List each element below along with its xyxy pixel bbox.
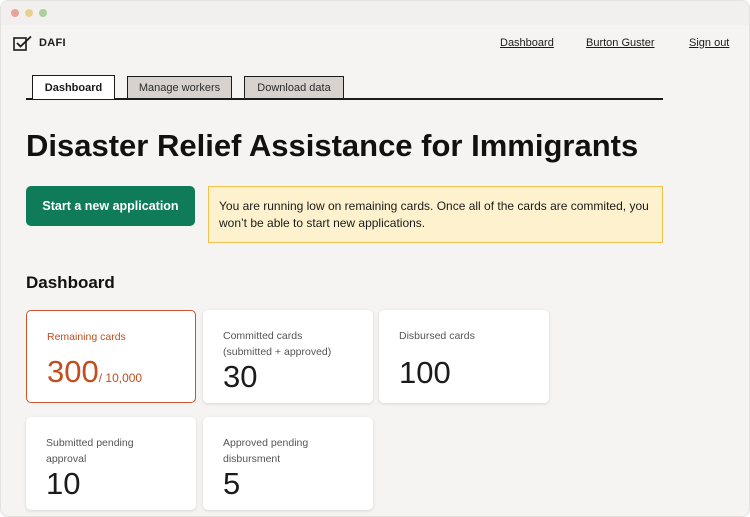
card-label: Submitted pending approval [46, 437, 134, 465]
app-window: DAFI Dashboard Burton Guster Sign out Da… [0, 0, 750, 517]
window-titlebar [1, 1, 749, 25]
nav-link-sign-out[interactable]: Sign out [689, 37, 729, 49]
nav-link-user-profile[interactable]: Burton Guster [586, 37, 654, 49]
remaining-total: / 10,000 [98, 371, 143, 385]
tab-manage-workers[interactable]: Manage workers [127, 76, 232, 98]
card-value: 10 [46, 466, 81, 501]
card-label: Remaining cards [47, 331, 126, 343]
checkbox-check-icon [13, 35, 32, 51]
logo[interactable]: DAFI [13, 35, 66, 51]
remaining-cards-card: Remaining cards 300/ 10,000 [26, 310, 196, 403]
top-navigation: DAFI Dashboard Burton Guster Sign out [1, 25, 749, 61]
minimize-window-icon[interactable] [25, 9, 33, 17]
logo-text: DAFI [39, 37, 66, 49]
card-label: Committed cards (submitted + approved) [223, 330, 332, 358]
approved-pending-disbursement-card: Approved pending disbursment 5 [203, 417, 373, 510]
card-label: Approved pending disbursment [223, 437, 309, 465]
card-value: 5 [223, 466, 241, 501]
card-value: 100 [399, 355, 451, 390]
card-label: Disbursed cards [399, 330, 475, 342]
maximize-window-icon[interactable] [39, 9, 47, 17]
nav-link-dashboard[interactable]: Dashboard [500, 37, 554, 49]
tab-download-data[interactable]: Download data [244, 76, 344, 98]
tab-dashboard[interactable]: Dashboard [32, 75, 115, 99]
low-cards-warning-alert: You are running low on remaining cards. … [208, 186, 663, 243]
page-title: Disaster Relief Assistance for Immigrant… [26, 128, 639, 163]
tab-bar: Dashboard Manage workers Download data [26, 75, 663, 100]
dashboard-section-title: Dashboard [26, 273, 115, 292]
disbursed-cards-card: Disbursed cards 100 [379, 310, 549, 403]
remaining-count: 300 [47, 354, 99, 389]
committed-cards-card: Committed cards (submitted + approved) 3… [203, 310, 373, 403]
submitted-pending-approval-card: Submitted pending approval 10 [26, 417, 196, 510]
start-new-application-button[interactable]: Start a new application [26, 186, 195, 226]
close-window-icon[interactable] [11, 9, 19, 17]
card-value: 300/ 10,000 [47, 355, 195, 395]
card-value: 30 [223, 359, 258, 394]
